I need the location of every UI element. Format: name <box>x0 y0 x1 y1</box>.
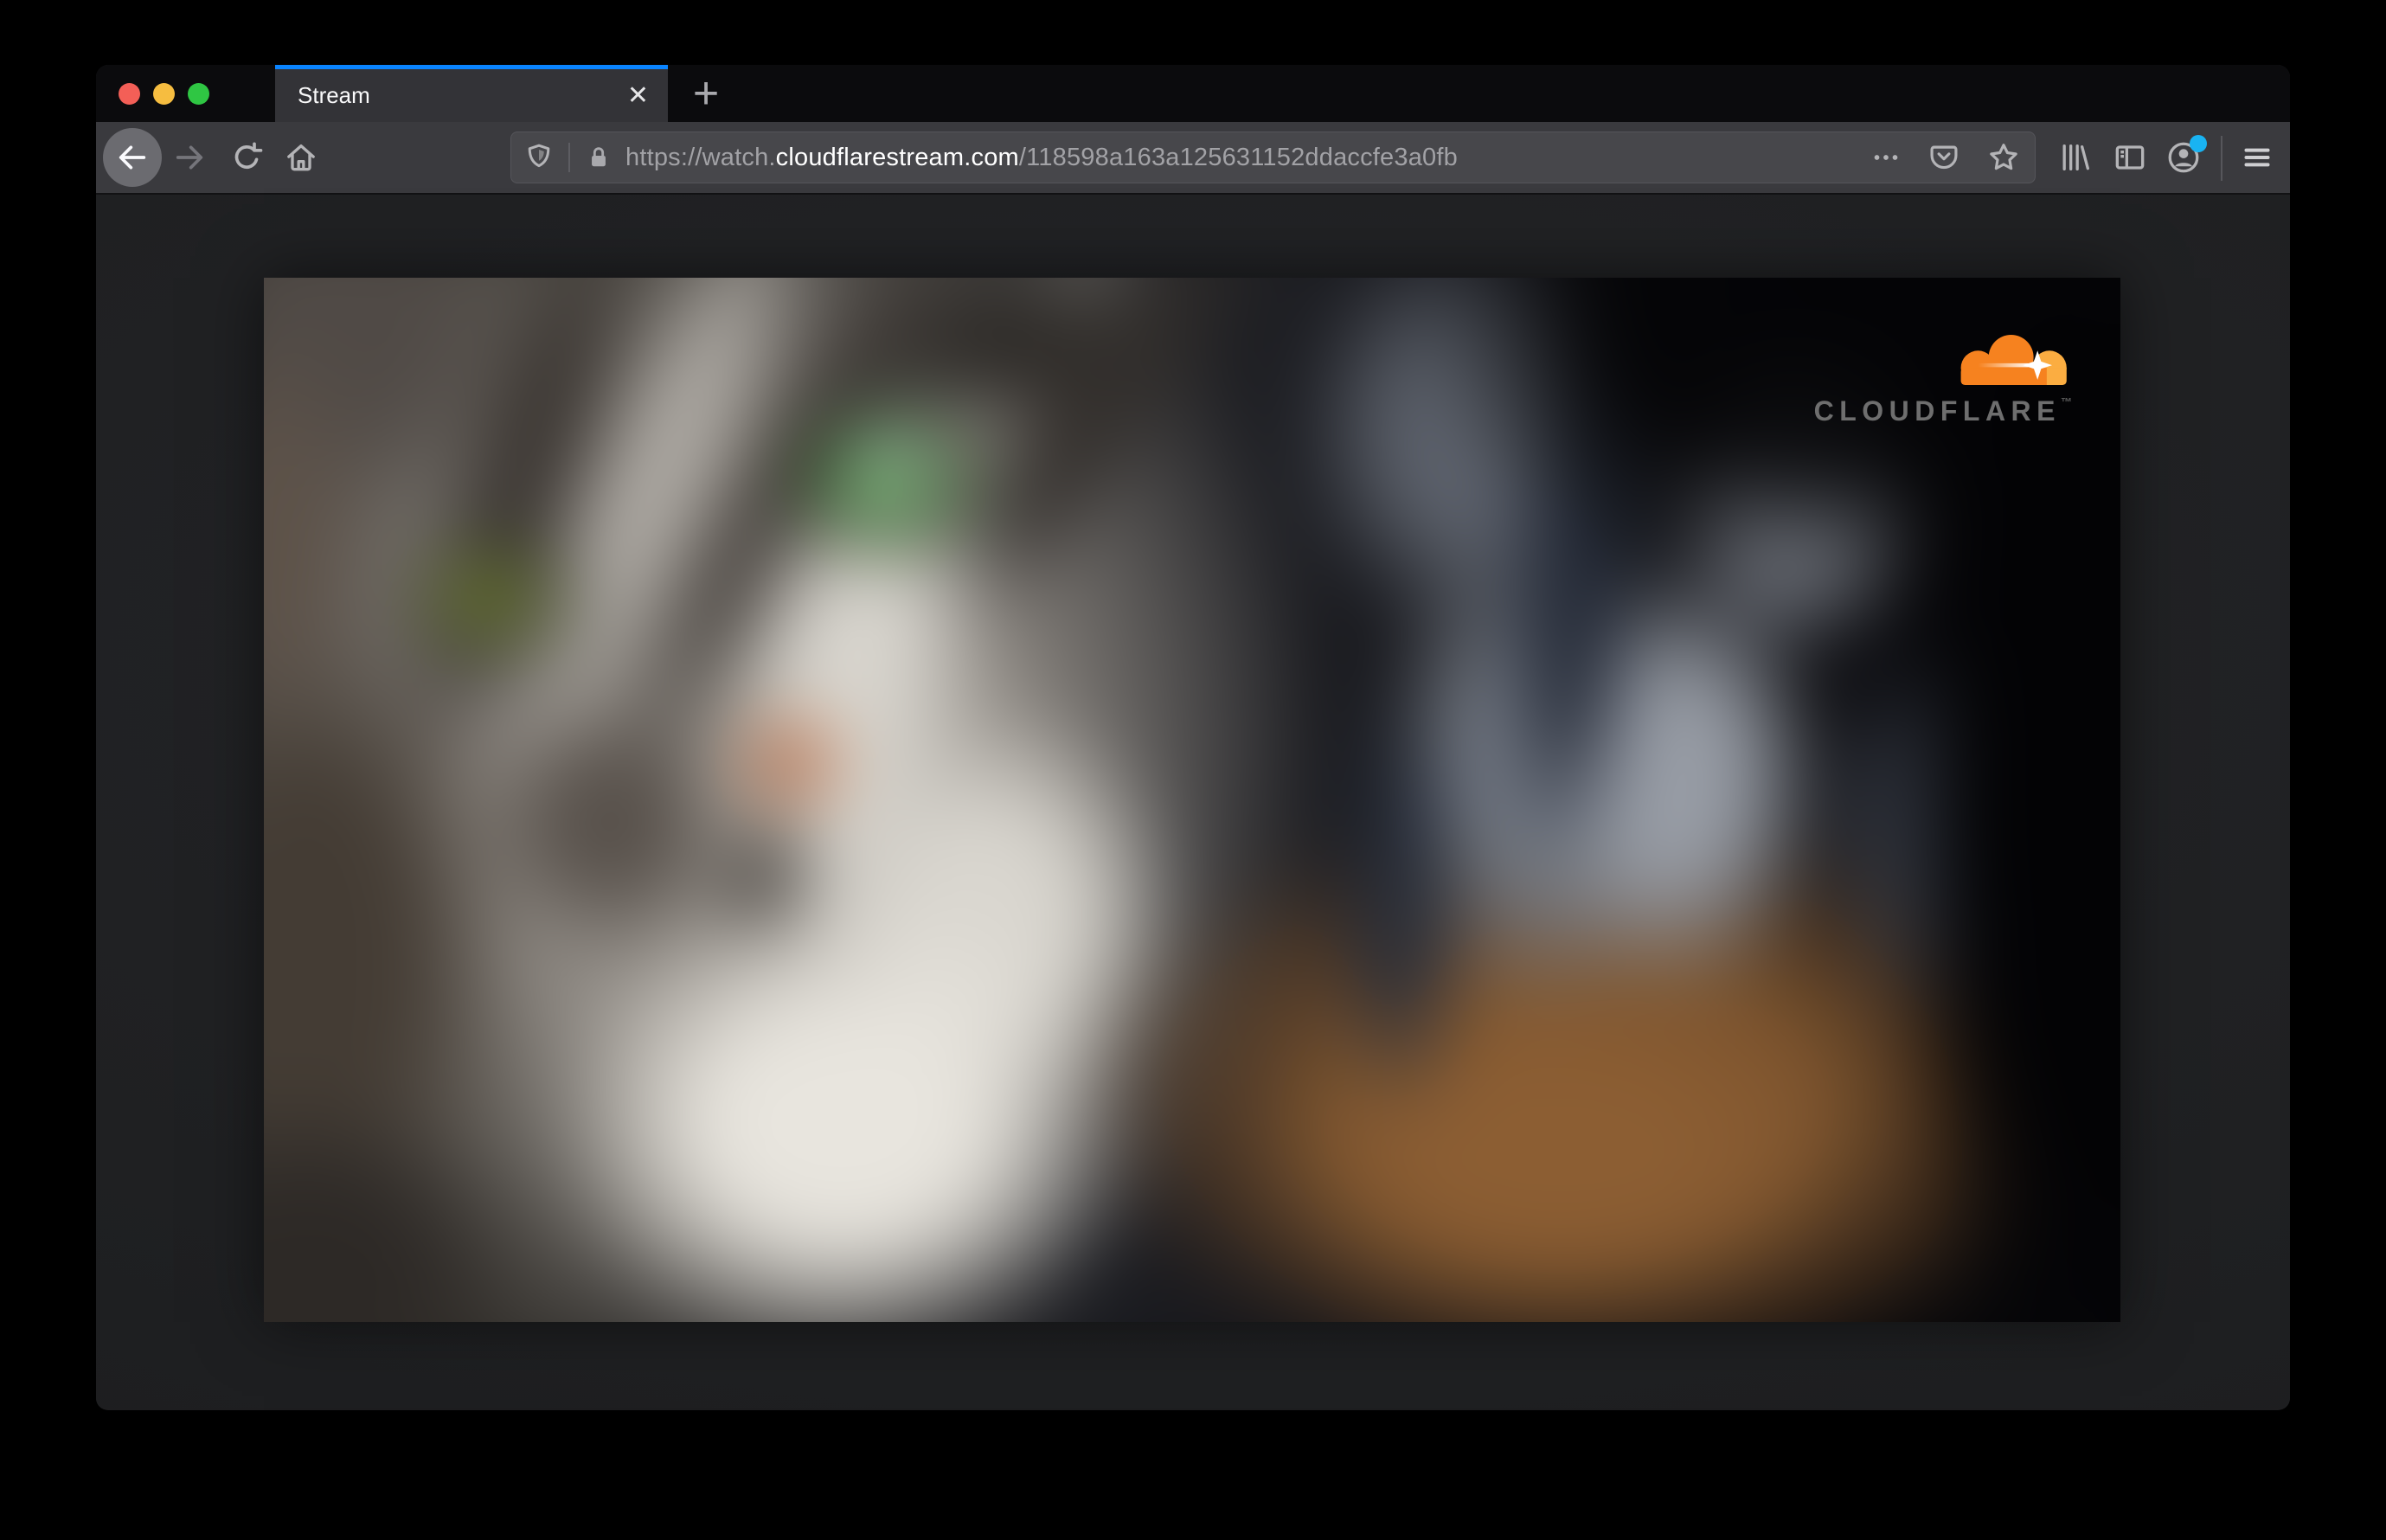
bookmark-star-icon[interactable] <box>1986 140 2021 175</box>
cloudflare-wordmark: CLOUDFLARE™ <box>1813 395 2072 427</box>
video-player[interactable]: CLOUDFLARE™ <box>264 278 2120 1322</box>
url-path: /118598a163a125631152ddaccfe3a0fb <box>1018 143 1458 171</box>
tracking-protection-button[interactable] <box>523 142 555 173</box>
cloudflare-watermark: CLOUDFLARE™ <box>1778 326 2072 427</box>
toolbar-divider <box>2221 136 2222 181</box>
video-texture-blob <box>757 735 818 785</box>
video-frame-cat <box>264 278 2120 1322</box>
video-texture-blob <box>446 565 523 617</box>
account-notification-dot <box>2190 135 2207 152</box>
forward-arrow-icon <box>176 145 203 170</box>
tab-stream[interactable]: Stream ✕ <box>275 65 668 122</box>
tab-close-icon[interactable]: ✕ <box>627 82 649 109</box>
account-button[interactable] <box>2165 135 2207 176</box>
plus-icon: + <box>692 68 720 119</box>
window-zoom-button[interactable] <box>188 82 209 105</box>
back-button[interactable] <box>103 128 162 187</box>
video-texture-blob <box>1250 970 1856 1322</box>
video-texture-blob <box>839 427 934 500</box>
sidebar-icon <box>2115 145 2145 170</box>
tab-title: Stream <box>298 82 370 108</box>
menu-button[interactable] <box>2238 138 2276 176</box>
account-icon-wrap <box>2165 135 2207 176</box>
library-button[interactable] <box>2055 138 2093 176</box>
home-icon <box>287 144 315 171</box>
back-arrow-icon <box>119 145 146 170</box>
lock-icon <box>592 147 606 167</box>
hamburger-icon <box>2244 148 2270 167</box>
desktop: Stream ✕ + https://watch.cloudflarestrea… <box>0 0 2386 1540</box>
browser-window: Stream ✕ + https://watch.cloudflarestrea… <box>96 65 2290 1410</box>
window-close-button[interactable] <box>119 82 140 105</box>
sidebar-button[interactable] <box>2111 138 2149 176</box>
library-icon <box>2062 144 2089 170</box>
forward-button[interactable] <box>170 138 208 176</box>
lock-button[interactable] <box>584 143 613 172</box>
url-scheme: https://watch. <box>625 143 776 171</box>
navigation-toolbar: https://watch.cloudflarestream.com/11859… <box>96 122 2290 195</box>
trademark-symbol: ™ <box>2061 395 2072 408</box>
reload-button[interactable] <box>228 138 266 176</box>
shield-icon <box>528 144 550 168</box>
home-button[interactable] <box>282 138 320 176</box>
window-controls <box>119 65 209 122</box>
video-texture-blob <box>1337 676 1466 1126</box>
urlbar-divider <box>568 143 570 172</box>
cloudflare-cloud-icon <box>1960 334 2067 386</box>
reload-icon <box>234 142 263 169</box>
urlbar-actions <box>1870 132 2021 183</box>
url-bar[interactable]: https://watch.cloudflarestream.com/11859… <box>510 132 2036 183</box>
page-content: CLOUDFLARE™ <box>96 195 2290 1408</box>
url-input[interactable]: https://watch.cloudflarestream.com/11859… <box>625 144 1458 172</box>
url-domain: cloudflarestream.com <box>775 143 1019 171</box>
window-minimize-button[interactable] <box>153 82 175 105</box>
page-actions-icon[interactable] <box>1870 142 1902 173</box>
pocket-icon[interactable] <box>1927 141 1960 174</box>
new-tab-button[interactable]: + <box>687 71 725 116</box>
tab-bar: Stream ✕ + <box>96 65 2290 122</box>
